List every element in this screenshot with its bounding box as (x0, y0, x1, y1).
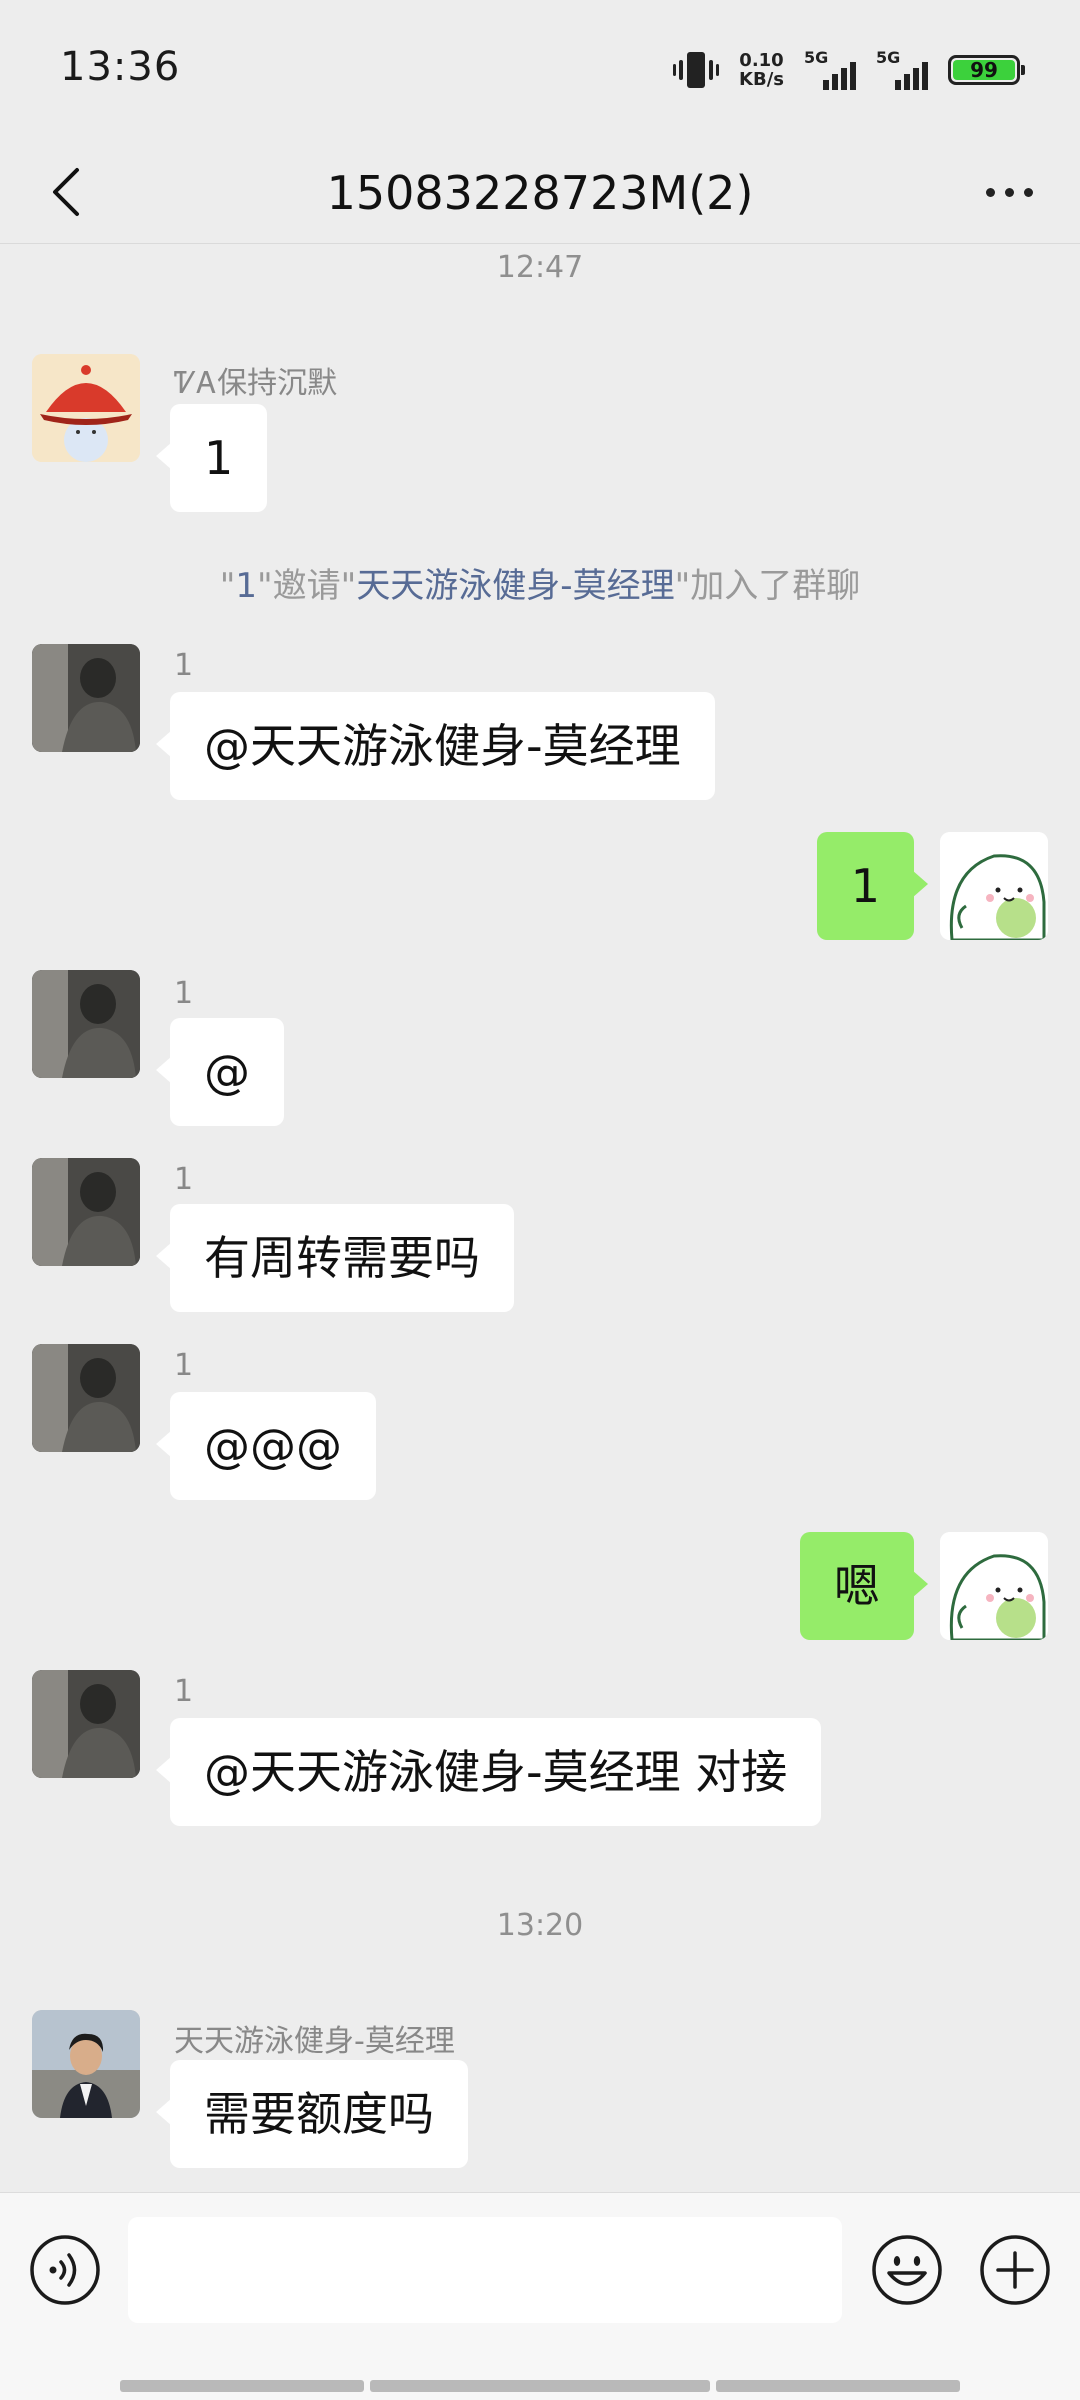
message-bubble[interactable]: 1 (816, 832, 929, 940)
emoji-button[interactable] (870, 2233, 944, 2307)
sender-name: 1 (174, 976, 194, 1011)
signal-2-icon: 5G (876, 48, 928, 92)
message-bubble[interactable]: 需要额度吗 (156, 2060, 468, 2168)
timestamp: 12:47 (496, 250, 584, 285)
message-input[interactable] (128, 2217, 842, 2323)
gesture-bar[interactable] (370, 2380, 710, 2392)
input-bar (0, 2192, 1080, 2400)
signal-1-icon: 5G (804, 48, 856, 92)
message-bubble[interactable]: @天天游泳健身-莫经理 对接 (155, 1718, 822, 1826)
emoji-icon (872, 2235, 942, 2305)
my-avatar[interactable] (940, 832, 1048, 940)
sender-name: 1 (174, 1162, 194, 1197)
network-speed: 0.10 KB/s (739, 51, 784, 89)
avatar[interactable] (32, 644, 140, 752)
invitee-link[interactable]: 天天游泳健身-莫经理 (356, 566, 674, 606)
system-message: "1"邀请"天天游泳健身-莫经理"加入了群聊 (219, 566, 861, 606)
sender-name: 天天游泳健身-莫经理 (174, 2024, 455, 2059)
sender-name: ᏤᎪ保持沉默 (174, 366, 338, 401)
title-bar: 15083228723M(2) (0, 140, 1080, 244)
voice-button[interactable] (28, 2233, 102, 2307)
sender-name: 1 (174, 1674, 194, 1709)
chat-title: 15083228723M(2) (326, 166, 754, 220)
status-bar: 13:36 0.10 KB/s 5G 5G 99 (0, 0, 1080, 140)
battery-icon: 99 (948, 55, 1025, 85)
gesture-bar[interactable] (716, 2380, 960, 2392)
message-bubble[interactable]: @ (156, 1018, 284, 1126)
avatar[interactable] (32, 2010, 140, 2118)
status-icons: 0.10 KB/s 5G 5G 99 (673, 44, 1025, 96)
status-time: 13:36 (60, 44, 181, 90)
plus-icon (980, 2235, 1050, 2305)
vibrate-icon (673, 52, 720, 88)
my-avatar[interactable] (940, 1532, 1048, 1640)
avatar[interactable] (32, 1344, 140, 1452)
more-button[interactable] (974, 162, 1044, 222)
message-bubble[interactable]: @@@ (156, 1392, 376, 1500)
more-icon (985, 187, 995, 197)
battery-level: 99 (953, 58, 1015, 82)
avatar[interactable] (32, 1158, 140, 1266)
avatar[interactable] (32, 354, 140, 462)
chat-screen: 13:36 0.10 KB/s 5G 5G 99 15083228723M(2)… (0, 0, 1080, 2400)
message-bubble[interactable]: 1 (155, 404, 268, 512)
network-speed-value: 0.10 (739, 50, 784, 71)
sender-name: 1 (174, 1348, 194, 1383)
inviter-link[interactable]: 1 (235, 566, 257, 606)
voice-icon (30, 2235, 100, 2305)
timestamp: 13:20 (496, 1908, 584, 1943)
network-speed-unit: KB/s (739, 69, 784, 90)
message-bubble[interactable]: 嗯 (800, 1532, 928, 1640)
more-functions-button[interactable] (978, 2233, 1052, 2307)
message-bubble[interactable]: @天天游泳健身-莫经理 (156, 692, 715, 800)
message-bubble[interactable]: 有周转需要吗 (156, 1204, 514, 1312)
sender-name: 1 (174, 648, 194, 683)
avatar[interactable] (32, 970, 140, 1078)
avatar[interactable] (32, 1670, 140, 1778)
gesture-bar[interactable] (120, 2380, 364, 2392)
